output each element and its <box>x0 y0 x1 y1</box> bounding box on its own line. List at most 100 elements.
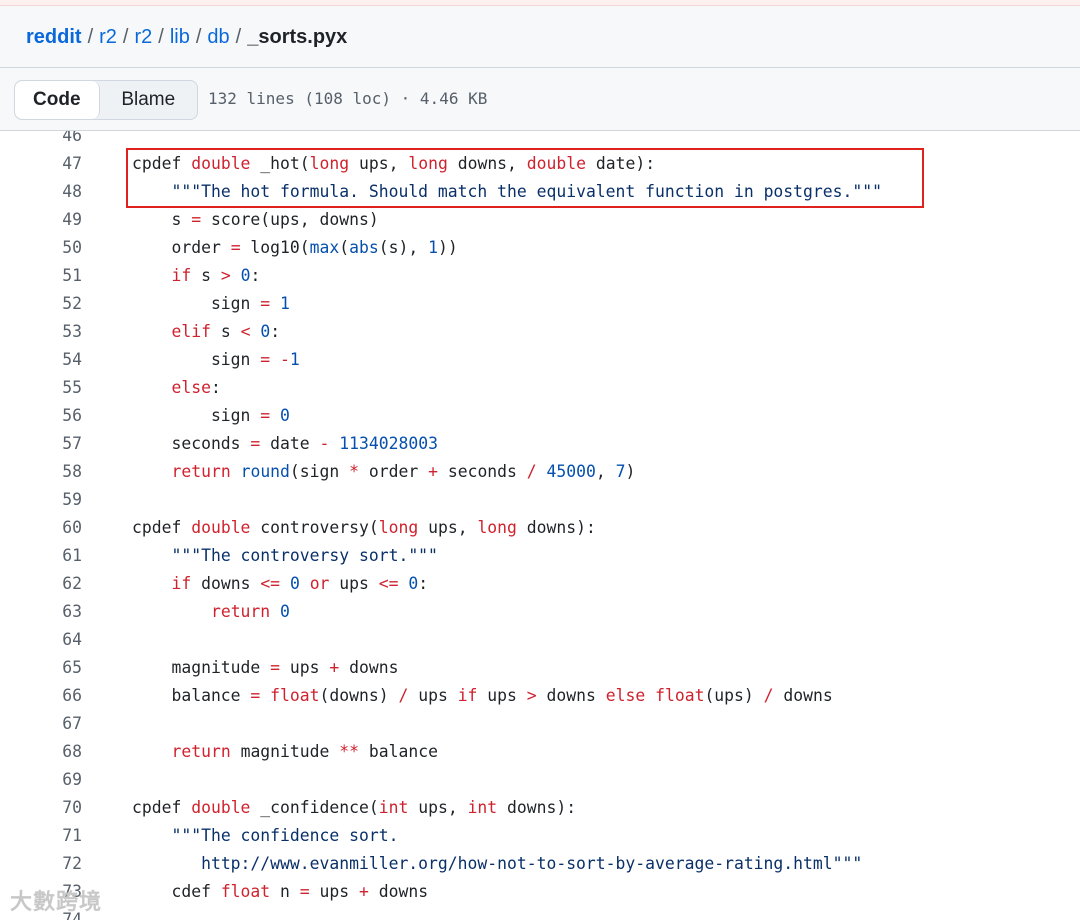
code-token: ups <box>309 882 359 901</box>
line-number[interactable]: 55 <box>0 374 82 402</box>
code-text: order = log10(max(abs(s), 1)) <box>132 234 457 262</box>
line-number[interactable]: 57 <box>0 430 82 458</box>
code-text: s = score(ups, downs) <box>132 206 378 234</box>
line-number[interactable]: 48 <box>0 178 82 206</box>
code-token: order <box>359 462 429 481</box>
line-number[interactable]: 56 <box>0 402 82 430</box>
breadcrumb-repo-link[interactable]: r2 <box>99 26 117 48</box>
code-token: <= <box>378 574 399 593</box>
line-number[interactable]: 47 <box>0 150 82 178</box>
code-token: long <box>378 518 419 537</box>
code-token: controversy( <box>250 518 379 537</box>
code-text: return round(sign * order + seconds / 45… <box>132 458 635 486</box>
code-viewer[interactable]: 46 47 cpdef double _hot(long ups, long dow… <box>0 131 1080 920</box>
line-number[interactable]: 61 <box>0 542 82 570</box>
code-token: + <box>428 462 438 481</box>
line-number[interactable]: 66 <box>0 682 82 710</box>
breadcrumb-owner-link[interactable]: reddit <box>26 26 82 48</box>
line-number[interactable]: 53 <box>0 318 82 346</box>
view-toggle: Code Blame <box>14 80 198 120</box>
line-number[interactable]: 63 <box>0 598 82 626</box>
code-token: 1134028003 <box>339 434 438 453</box>
line-number[interactable]: 46 <box>0 131 82 150</box>
code-token: - <box>319 434 330 453</box>
code-token: return <box>171 742 231 761</box>
breadcrumb-separator: / <box>235 26 242 48</box>
code-token: downs <box>773 686 833 705</box>
code-token: + <box>329 658 340 677</box>
line-number[interactable]: 49 <box>0 206 82 234</box>
tab-code[interactable]: Code <box>15 81 100 119</box>
code-token: or <box>309 574 330 593</box>
code-token: = <box>250 686 261 705</box>
code-token: max <box>309 238 340 257</box>
breadcrumb-separator: / <box>87 26 94 48</box>
code-token: if <box>171 574 192 593</box>
code-token: (s), <box>378 238 429 257</box>
line-number[interactable]: 59 <box>0 486 82 514</box>
code-token: = <box>299 882 310 901</box>
code-token: 0 <box>280 406 290 425</box>
code-token: cpdef <box>132 798 192 817</box>
code-token: ** <box>339 742 360 761</box>
line-number[interactable]: 52 <box>0 290 82 318</box>
code-text: cdef float n = ups + downs <box>132 878 428 906</box>
line-number[interactable]: 64 <box>0 626 82 654</box>
code-token: float <box>655 686 705 705</box>
code-token: seconds <box>437 462 527 481</box>
breadcrumb-folder-lib-link[interactable]: lib <box>170 26 190 48</box>
line-number[interactable]: 70 <box>0 794 82 822</box>
code-token: * <box>349 462 360 481</box>
code-token: s <box>191 266 221 285</box>
code-token: if <box>457 686 478 705</box>
code-text: sign = 1 <box>132 290 290 318</box>
code-token: ups <box>408 686 458 705</box>
line-number[interactable]: 62 <box>0 570 82 598</box>
code-token: / <box>398 686 409 705</box>
code-token: ups <box>280 658 330 677</box>
breadcrumb-folder-r2-link[interactable]: r2 <box>134 26 152 48</box>
code-token: _confidence( <box>250 798 379 817</box>
code-token: """The confidence sort. <box>171 826 399 845</box>
line-number[interactable]: 67 <box>0 710 82 738</box>
line-number[interactable]: 69 <box>0 766 82 794</box>
code-token: ) <box>625 462 636 481</box>
tab-blame[interactable]: Blame <box>100 81 197 119</box>
line-number[interactable]: 71 <box>0 822 82 850</box>
code-token: 0 <box>289 574 300 593</box>
code-token: ups <box>477 686 527 705</box>
line-number[interactable]: 65 <box>0 654 82 682</box>
code-text: seconds = date - 1134028003 <box>132 430 438 458</box>
code-token: downs <box>339 658 399 677</box>
line-number[interactable]: 51 <box>0 262 82 290</box>
line-number[interactable]: 58 <box>0 458 82 486</box>
code-token: / <box>763 686 774 705</box>
code-text: http://www.evanmiller.org/how-not-to-sor… <box>132 850 862 878</box>
code-token: (sign <box>289 462 350 481</box>
code-token: if <box>171 266 192 285</box>
breadcrumb-separator: / <box>158 26 164 48</box>
code-token: 1 <box>428 238 438 257</box>
line-number[interactable]: 50 <box>0 234 82 262</box>
line-number[interactable]: 68 <box>0 738 82 766</box>
code-token: double <box>191 518 251 537</box>
line-number[interactable]: 72 <box>0 850 82 878</box>
code-text: sign = -1 <box>132 346 300 374</box>
code-token: 1 <box>280 294 290 313</box>
line-number[interactable]: 54 <box>0 346 82 374</box>
breadcrumb-folder-db-link[interactable]: db <box>207 26 229 48</box>
line-number[interactable]: 60 <box>0 514 82 542</box>
code-token: downs <box>191 574 261 593</box>
code-token: - <box>280 350 290 369</box>
